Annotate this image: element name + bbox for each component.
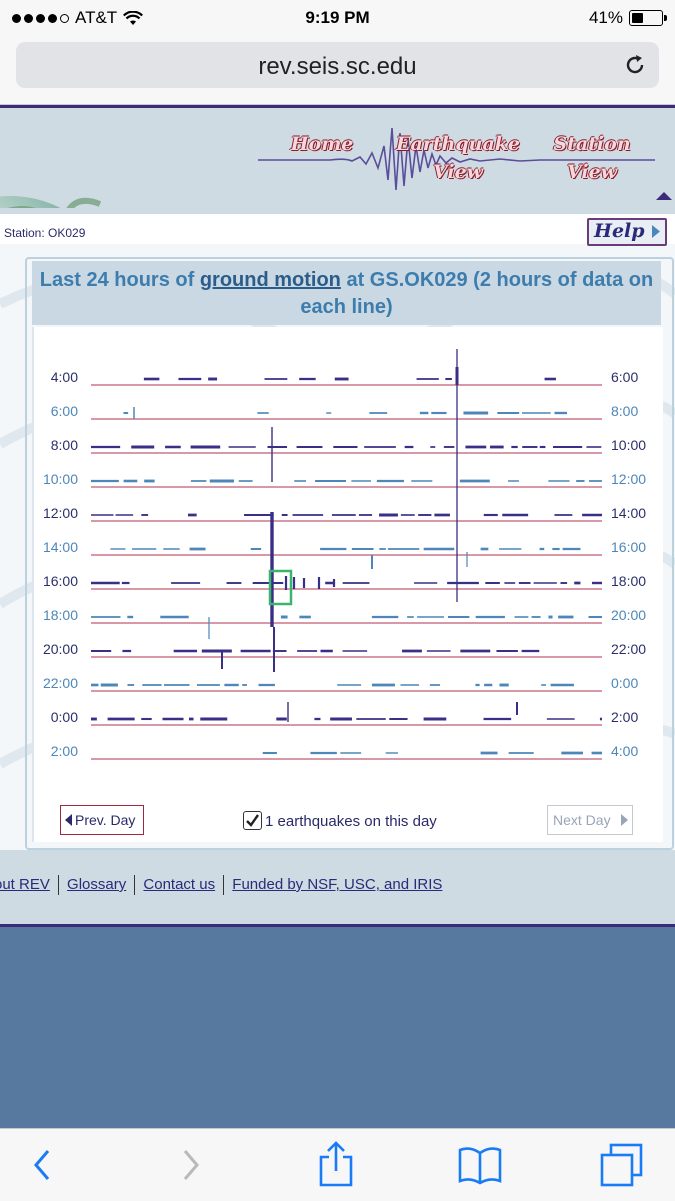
title-part1: Last 24 hours of	[39, 269, 200, 291]
time-label-right: 14:00	[611, 505, 647, 521]
time-label-right: 12:00	[611, 471, 647, 487]
time-label-right: 20:00	[611, 607, 647, 623]
nav-earthquake-view-line2: View	[432, 161, 484, 183]
station-label: Station: OK029	[4, 226, 86, 240]
address-bar[interactable]: rev.seis.sc.edu	[16, 42, 659, 88]
safari-toolbar	[0, 1128, 675, 1201]
footer-link-funded[interactable]: Funded by NSF, USC, and IRIS	[232, 876, 442, 893]
site-footer: out REV Glossary Contact us Funded by NS…	[0, 850, 675, 927]
nav-home[interactable]: Home	[287, 130, 357, 158]
clock: 9:19 PM	[305, 8, 370, 27]
time-label-left: 22:00	[42, 675, 78, 691]
time-label-left: 2:00	[50, 743, 78, 759]
time-label-right: 4:00	[611, 743, 639, 759]
prev-day-label: Prev. Day	[75, 812, 136, 828]
help-label: Help	[594, 220, 645, 242]
chevron-right-icon	[621, 814, 628, 826]
checkmark-icon	[246, 814, 259, 827]
chevron-right-icon	[652, 225, 660, 238]
time-label-right: 22:00	[611, 641, 647, 657]
site-header: Home Earthquake View Station View	[0, 105, 675, 217]
time-label-left: 12:00	[42, 505, 78, 521]
next-day-button[interactable]: Next Day	[547, 805, 633, 835]
page-title: Last 24 hours of ground motion at GS.OK0…	[32, 267, 661, 321]
time-label-right: 18:00	[611, 573, 647, 589]
battery-status: 41%	[588, 8, 667, 28]
time-label-left: 0:00	[50, 709, 78, 725]
time-label-left: 16:00	[42, 573, 78, 589]
time-label-left: 20:00	[42, 641, 78, 657]
share-icon[interactable]	[318, 1141, 354, 1187]
time-label-left: 6:00	[50, 403, 78, 419]
next-day-label: Next Day	[553, 812, 611, 828]
tabs-icon[interactable]	[600, 1143, 644, 1187]
footer-links: out REV Glossary Contact us Funded by NS…	[0, 875, 442, 895]
time-label-right: 8:00	[611, 403, 639, 419]
time-label-right: 0:00	[611, 675, 639, 691]
chevron-left-icon	[65, 814, 72, 826]
battery-icon	[629, 10, 667, 26]
nav-earthquake-view-line1: Earthquake	[395, 133, 521, 155]
footer-link-contact[interactable]: Contact us	[143, 876, 215, 893]
reload-icon[interactable]	[623, 53, 647, 77]
time-label-left: 4:00	[50, 369, 78, 385]
bookmarks-icon[interactable]	[458, 1145, 502, 1185]
forward-icon[interactable]	[181, 1149, 201, 1181]
nav-earthquake-view[interactable]: Earthquake View	[395, 130, 521, 186]
time-label-right: 10:00	[611, 437, 647, 453]
earthquakes-count-label: 1 earthquakes on this day	[265, 813, 437, 830]
time-label-left: 18:00	[42, 607, 78, 623]
ios-status-bar: AT&T 9:19 PM 41%	[0, 0, 675, 36]
nav-station-view-line1: Station	[553, 133, 631, 155]
ground-motion-link[interactable]: ground motion	[200, 269, 341, 291]
battery-percent: 41%	[588, 8, 623, 27]
footer-link-about[interactable]: out REV	[0, 876, 50, 893]
time-label-left: 10:00	[42, 471, 78, 487]
seismogram-plot[interactable]: 4:00 6:00 6:00 8:00 8:00 10:00 10:00 12:00 12:00…	[32, 327, 663, 842]
heading-box: Last 24 hours of ground motion at GS.OK0…	[32, 261, 661, 325]
station-bar: Station: OK029	[0, 214, 675, 244]
earthquakes-checkbox[interactable]	[243, 811, 262, 830]
time-label-right: 6:00	[611, 369, 639, 385]
time-label-right: 2:00	[611, 709, 639, 725]
footer-link-glossary[interactable]: Glossary	[67, 876, 126, 893]
url-text[interactable]: rev.seis.sc.edu	[16, 53, 659, 81]
nav-station-view-line2: View	[566, 161, 618, 183]
page-background	[0, 927, 675, 1128]
help-button[interactable]: Help	[587, 218, 667, 246]
nav-station-view[interactable]: Station View	[549, 130, 635, 186]
time-label-right: 16:00	[611, 539, 647, 555]
time-label-left: 8:00	[50, 437, 78, 453]
back-icon[interactable]	[32, 1149, 52, 1181]
helicorder-traces[interactable]	[34, 327, 663, 797]
prev-day-button[interactable]: Prev. Day	[60, 805, 144, 835]
title-part2: at GS.OK029 (2 hours of data on each lin…	[300, 269, 654, 318]
time-label-left: 14:00	[42, 539, 78, 555]
browser-address-area: rev.seis.sc.edu	[0, 36, 675, 105]
